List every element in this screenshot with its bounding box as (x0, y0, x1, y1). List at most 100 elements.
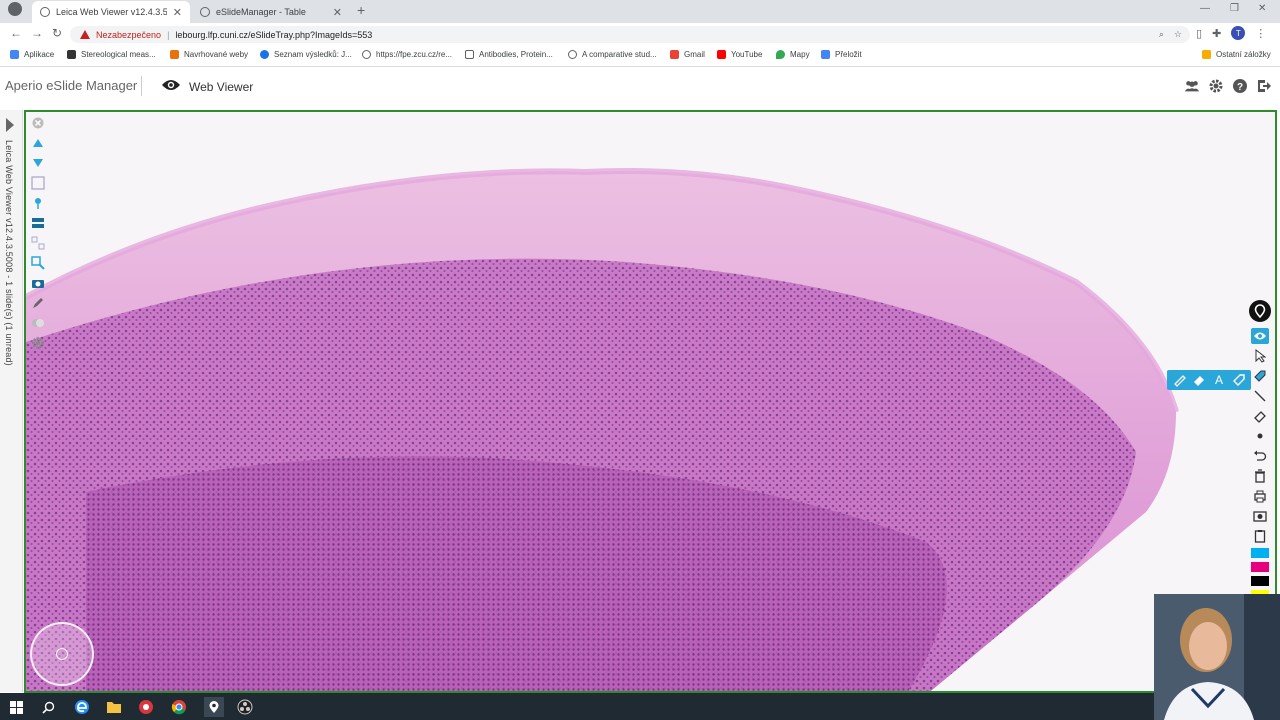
close-window-button[interactable]: ✕ (1258, 3, 1266, 14)
print-icon[interactable] (1251, 488, 1269, 504)
camera-icon[interactable] (31, 276, 45, 290)
bookmark-youtube[interactable]: YouTube (717, 50, 762, 59)
eraser-tool-icon[interactable] (1191, 372, 1207, 388)
bookmark-gmail[interactable]: Gmail (670, 50, 705, 59)
ruler-tool-icon[interactable] (1171, 372, 1187, 388)
app-brand[interactable]: Aperio eSlide Manager (5, 78, 137, 93)
folder-icon (1202, 50, 1211, 59)
address-bar[interactable]: Nezabezpečeno | lebourg.lfp.cuni.cz/eSli… (70, 26, 1190, 43)
tab-eslidemanager-table[interactable]: eSlideManager - Table ✕ (192, 1, 350, 23)
zoom-icon[interactable]: ⌕ (1159, 29, 1164, 40)
ruler-icon[interactable] (1251, 408, 1269, 424)
bookmark-antibodies[interactable]: Antibodies, Protein... (465, 50, 553, 59)
bookmark-label: Gmail (684, 50, 705, 59)
wheel-center-icon[interactable] (56, 648, 68, 660)
new-tab-button[interactable]: + (357, 2, 365, 18)
location-pin-icon[interactable] (1249, 300, 1271, 322)
windows-start-icon[interactable] (8, 699, 24, 715)
bookmark-mapy[interactable]: Mapy (776, 50, 810, 59)
app-header: Aperio eSlide Manager Web Viewer ? (0, 68, 1280, 108)
back-button[interactable]: ← (10, 26, 22, 40)
globe-icon (40, 7, 50, 17)
gear-icon[interactable] (1208, 78, 1224, 94)
c-icon (465, 50, 474, 59)
presenter-video (1154, 594, 1280, 720)
close-icon[interactable]: ✕ (173, 6, 182, 19)
edge-icon[interactable] (74, 699, 90, 715)
pointer-icon[interactable] (1251, 348, 1269, 364)
tab-leica-web-viewer[interactable]: Leica Web Viewer v12.4.3.5008 ✕ (32, 1, 190, 23)
users-icon[interactable] (1184, 78, 1200, 94)
undo-icon[interactable] (1251, 448, 1269, 464)
navigator-icon[interactable] (31, 196, 45, 210)
globe-icon (362, 50, 371, 59)
bookmark-prelozit[interactable]: Přeložit (821, 50, 862, 59)
close-slide-icon[interactable] (31, 116, 45, 130)
translate-icon (821, 50, 830, 59)
help-icon[interactable]: ? (1232, 78, 1248, 94)
clipboard-icon[interactable] (1251, 528, 1269, 544)
color-swatch-black[interactable] (1251, 576, 1269, 586)
tab-label: eSlideManager - Table (216, 7, 306, 17)
arrow-up-icon[interactable] (31, 136, 45, 150)
kebab-menu-icon[interactable]: ⋮ (1255, 27, 1266, 40)
expand-arrow-icon[interactable] (6, 118, 14, 132)
settings-gear-icon[interactable] (31, 336, 45, 350)
bookmark-label: Aplikace (24, 50, 55, 59)
color-swatch-cyan[interactable] (1251, 548, 1269, 558)
search-icon[interactable] (40, 699, 56, 715)
star-icon[interactable]: ☆ (1174, 29, 1182, 40)
restore-button[interactable]: ❐ (1230, 3, 1239, 14)
browser-menu-icon[interactable] (8, 2, 22, 16)
extensions-icon[interactable]: ✚ (1212, 27, 1221, 40)
bookmark-navrhovane-weby[interactable]: Navrhované weby (170, 50, 248, 59)
bookmark-seznam-vysledku[interactable]: Seznam výsledků: J... (260, 50, 352, 59)
label-icon[interactable] (31, 216, 45, 230)
point-icon[interactable] (1251, 428, 1269, 444)
bookmark-label: Ostatní záložky (1216, 50, 1271, 59)
security-label[interactable]: Nezabezpečeno (96, 30, 161, 40)
snapshot-icon[interactable] (1251, 508, 1269, 524)
bookmark-label: Stereological meas... (81, 50, 156, 59)
overlay-icon[interactable] (31, 316, 45, 330)
pen-icon[interactable] (31, 296, 45, 310)
slide-viewer[interactable]: A (24, 110, 1277, 693)
file-explorer-icon[interactable] (106, 699, 122, 715)
arrow-down-icon[interactable] (31, 156, 45, 170)
tag-tool-icon[interactable] (1231, 372, 1247, 388)
thumbnail-icon[interactable] (31, 176, 45, 190)
rail-title: Leica Web Viewer v12.4.3.5008 - 1 slide(… (4, 140, 14, 366)
color-swatch-magenta[interactable] (1251, 562, 1269, 572)
text-tool-icon[interactable]: A (1211, 372, 1227, 388)
line-tool-icon[interactable] (1251, 388, 1269, 404)
chrome-icon[interactable] (171, 699, 187, 715)
pin-app-icon[interactable] (204, 697, 224, 717)
app-icon[interactable] (138, 699, 154, 715)
close-icon[interactable]: ✕ (333, 6, 342, 19)
trash-icon[interactable] (1251, 468, 1269, 484)
view-eye-icon[interactable] (1251, 328, 1269, 344)
minimize-button[interactable]: — (1200, 3, 1210, 14)
slide-tray-rail[interactable]: Leica Web Viewer v12.4.3.5008 - 1 slide(… (0, 110, 23, 692)
bookmark-label: Navrhované weby (184, 50, 249, 59)
bookmark-aplikace[interactable]: Aplikace (10, 50, 54, 59)
reload-button[interactable]: ↻ (52, 26, 62, 40)
annotation-flyout: A (1167, 370, 1251, 390)
pan-navigation-wheel[interactable] (30, 622, 94, 686)
reading-list-icon[interactable]: ▯ (1196, 27, 1202, 40)
bookmark-stereological[interactable]: Stereological meas... (67, 50, 156, 59)
slide-image[interactable] (26, 112, 1277, 693)
layout-icon[interactable] (31, 236, 45, 250)
forward-button[interactable]: → (31, 26, 43, 40)
url-text[interactable]: lebourg.lfp.cuni.cz/eSlideTray.php?Image… (175, 30, 372, 40)
svg-text:?: ? (1237, 82, 1243, 93)
webcam-overlay (1154, 594, 1280, 720)
logout-icon[interactable] (1256, 78, 1272, 94)
bookmark-comparative-study[interactable]: A comparative stud... (568, 50, 657, 59)
obs-icon[interactable] (237, 699, 253, 715)
magnifier-icon[interactable] (31, 256, 45, 270)
annotation-tag-icon[interactable] (1251, 368, 1269, 384)
bookmark-other[interactable]: Ostatní záložky (1202, 50, 1271, 59)
avatar[interactable]: T (1231, 26, 1246, 40)
bookmark-fpe-zcu[interactable]: https://fpe.zcu.cz/re... (362, 50, 452, 59)
